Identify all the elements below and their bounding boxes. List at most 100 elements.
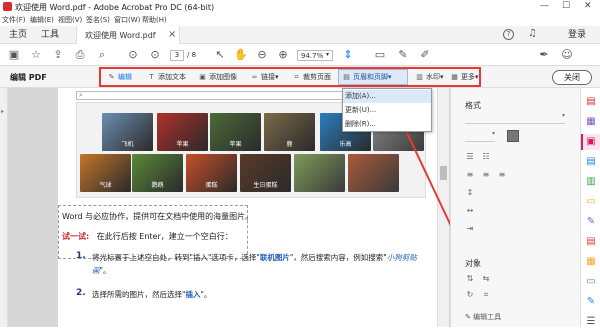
save-icon[interactable]: ▣ — [7, 48, 21, 62]
create-pdf-icon[interactable]: ▤ — [585, 96, 597, 108]
dropdown-item-delete[interactable]: 删除(R)... — [343, 118, 431, 131]
document-tab-close-icon[interactable]: × — [168, 29, 176, 40]
step-2-text-a: 选择所需的图片，然后选择" — [92, 290, 186, 299]
header-footer-button[interactable]: ▤ 页眉和页脚▾ — [342, 71, 392, 83]
upload-icon[interactable]: ⇪ — [51, 48, 65, 62]
view-mode-icon[interactable]: ▭ — [373, 48, 387, 62]
pen-icon[interactable]: ✐ — [418, 48, 432, 62]
highlight-icon[interactable]: ✎ — [396, 48, 410, 62]
pane-toggle-icon[interactable]: ▸ — [1, 108, 4, 115]
thumbnail-caption: 鹿 — [286, 141, 293, 148]
dropdown-item-update[interactable]: 更新(U)... — [343, 104, 431, 117]
link-icon: ∞ — [251, 73, 258, 81]
image-thumbnail[interactable]: 苹果 — [210, 113, 261, 151]
image-thumbnail[interactable]: 蛋糕 — [186, 154, 237, 192]
watermark-button[interactable]: ▥ 水印▾ — [415, 71, 443, 83]
sign-icon[interactable]: ✒ — [537, 48, 551, 62]
help-icon[interactable]: ? — [503, 29, 514, 40]
combine-icon[interactable]: ▦ — [585, 116, 597, 128]
page-number-input[interactable]: 3 — [170, 50, 184, 61]
flip-horizontal-icon[interactable]: ⇆ — [481, 274, 491, 284]
tab-tools[interactable]: 工具 — [41, 26, 59, 44]
more-tools-icon[interactable]: ☰ — [585, 316, 597, 328]
image-thumbnail[interactable]: 苹果 — [157, 113, 208, 151]
organize-pages-icon[interactable]: ▥ — [585, 176, 597, 188]
try-label: 试一试: — [62, 232, 90, 241]
maximize-button[interactable]: ☐ — [562, 1, 570, 11]
align-center-icon[interactable]: ≡ — [481, 170, 491, 180]
edit-pdf-icon[interactable]: ▣ — [585, 136, 597, 148]
add-text-button[interactable]: T 添加文本 — [147, 71, 186, 83]
fill-sign-icon[interactable]: ✎ — [585, 216, 597, 228]
tab-document[interactable]: 欢迎使用 Word.pdf × — [76, 26, 180, 44]
select-arrow-icon[interactable]: ↖ — [213, 48, 227, 62]
menu-file[interactable]: 文件(F) — [2, 15, 26, 25]
menu-help[interactable]: 帮助(H) — [142, 15, 167, 25]
image-thumbnail[interactable]: 飞机 — [102, 113, 153, 151]
measure-icon[interactable]: ✎ — [585, 296, 597, 308]
minimize-button[interactable]: — — [540, 1, 549, 11]
edit-tools-link[interactable]: ✎ 编辑工具 — [465, 312, 501, 322]
send-icon[interactable]: ▭ — [585, 276, 597, 288]
more-button[interactable]: ▦ 更多▾ — [450, 71, 478, 83]
menu-view[interactable]: 视图(V) — [58, 15, 82, 25]
signin-link[interactable]: 登录 — [568, 26, 586, 44]
align-right-icon[interactable]: ≡ — [497, 170, 507, 180]
image-thumbnail[interactable]: 气球 — [80, 154, 131, 192]
zoom-level-field[interactable]: 94.7% ▾ — [297, 50, 333, 61]
edit-button[interactable]: ✎ 编辑 — [107, 71, 132, 83]
char-spacing-icon[interactable]: ↔ — [465, 206, 475, 216]
step-1-number: 1. — [76, 251, 86, 261]
menu-bar: 文件(F) 编辑(E) 视图(V) 签名(S) 窗口(W) 帮助(H) — [0, 14, 600, 26]
menu-edit[interactable]: 编辑(E) — [30, 15, 54, 25]
tab-bar: 主页 工具 欢迎使用 Word.pdf × ? ♫ 登录 — [0, 26, 600, 44]
chevron-down-icon: ▾ — [388, 73, 392, 81]
scan-icon[interactable]: ▤ — [585, 236, 597, 248]
indent-icon[interactable]: ⇥ — [465, 224, 475, 234]
crop-button[interactable]: ⌗ 裁剪页面 — [292, 71, 331, 83]
zoom-in-icon[interactable]: ⊕ — [276, 48, 290, 62]
search-icon[interactable]: ⌕ — [95, 48, 109, 62]
share-user-icon[interactable]: ☺ — [560, 48, 574, 62]
flip-vertical-icon[interactable]: ⇅ — [465, 274, 475, 284]
align-left-icon[interactable]: ≡ — [465, 170, 475, 180]
line-spacing-icon[interactable]: ↕ — [465, 188, 475, 198]
left-nav-pane[interactable]: ▸ — [0, 88, 8, 327]
list-bullet-icon[interactable]: ☰ — [465, 152, 475, 162]
hand-tool-icon[interactable]: ✋ — [234, 48, 248, 62]
search-icon: ⌕ — [79, 91, 83, 99]
add-image-label: 添加图像 — [209, 73, 237, 81]
image-thumbnail[interactable] — [294, 154, 345, 192]
close-window-button[interactable]: ✕ — [584, 1, 592, 11]
edit-pdf-toolbar: 编辑 PDF ✎ 编辑 T 添加文本 ▣ 添加图像 ∞ 链接▾ ⌗ 裁剪页面 ▤ 页眉和页脚… — [0, 66, 600, 88]
image-thumbnail[interactable]: 鹿 — [264, 113, 315, 151]
image-thumbnail[interactable]: 鹦鹉 — [132, 154, 183, 192]
rotate-icon[interactable]: ↻ — [465, 290, 475, 300]
font-select[interactable]: ▾ — [465, 112, 565, 124]
page-up-icon[interactable]: ⊙ — [126, 48, 140, 62]
add-image-button[interactable]: ▣ 添加图像 — [198, 71, 237, 83]
text-color-swatch[interactable] — [507, 130, 519, 142]
tab-home[interactable]: 主页 — [9, 26, 27, 44]
menu-sign[interactable]: 签名(S) — [86, 15, 110, 25]
close-edit-button[interactable]: 关闭 — [552, 70, 592, 85]
list-number-icon[interactable]: ☷ — [481, 152, 491, 162]
print-icon[interactable]: ⎙ — [73, 48, 87, 62]
dropdown-item-add[interactable]: 添加(A)... — [343, 90, 431, 103]
page-down-icon[interactable]: ⊙ — [148, 48, 162, 62]
font-size-select[interactable]: ▾ — [465, 130, 495, 142]
notification-bell-icon[interactable]: ♫ — [528, 28, 537, 39]
bookmark-star-icon[interactable]: ☆ — [29, 48, 43, 62]
image-thumbnail[interactable]: 生日蛋糕 — [240, 154, 291, 192]
document-tab-label: 欢迎使用 Word.pdf — [85, 31, 156, 40]
header-footer-icon: ▤ — [343, 73, 350, 81]
fit-page-icon[interactable]: ⇕ — [341, 48, 355, 62]
zoom-out-icon[interactable]: ⊖ — [255, 48, 269, 62]
menu-window[interactable]: 窗口(W) — [114, 15, 140, 25]
comment-icon[interactable]: ▭ — [585, 196, 597, 208]
link-button[interactable]: ∞ 链接▾ — [250, 71, 279, 83]
export-pdf-icon[interactable]: ▤ — [585, 156, 597, 168]
crop-image-icon[interactable]: ⌗ — [481, 290, 491, 300]
more-label: 更多 — [461, 73, 475, 81]
protect-icon[interactable]: ▦ — [585, 256, 597, 268]
